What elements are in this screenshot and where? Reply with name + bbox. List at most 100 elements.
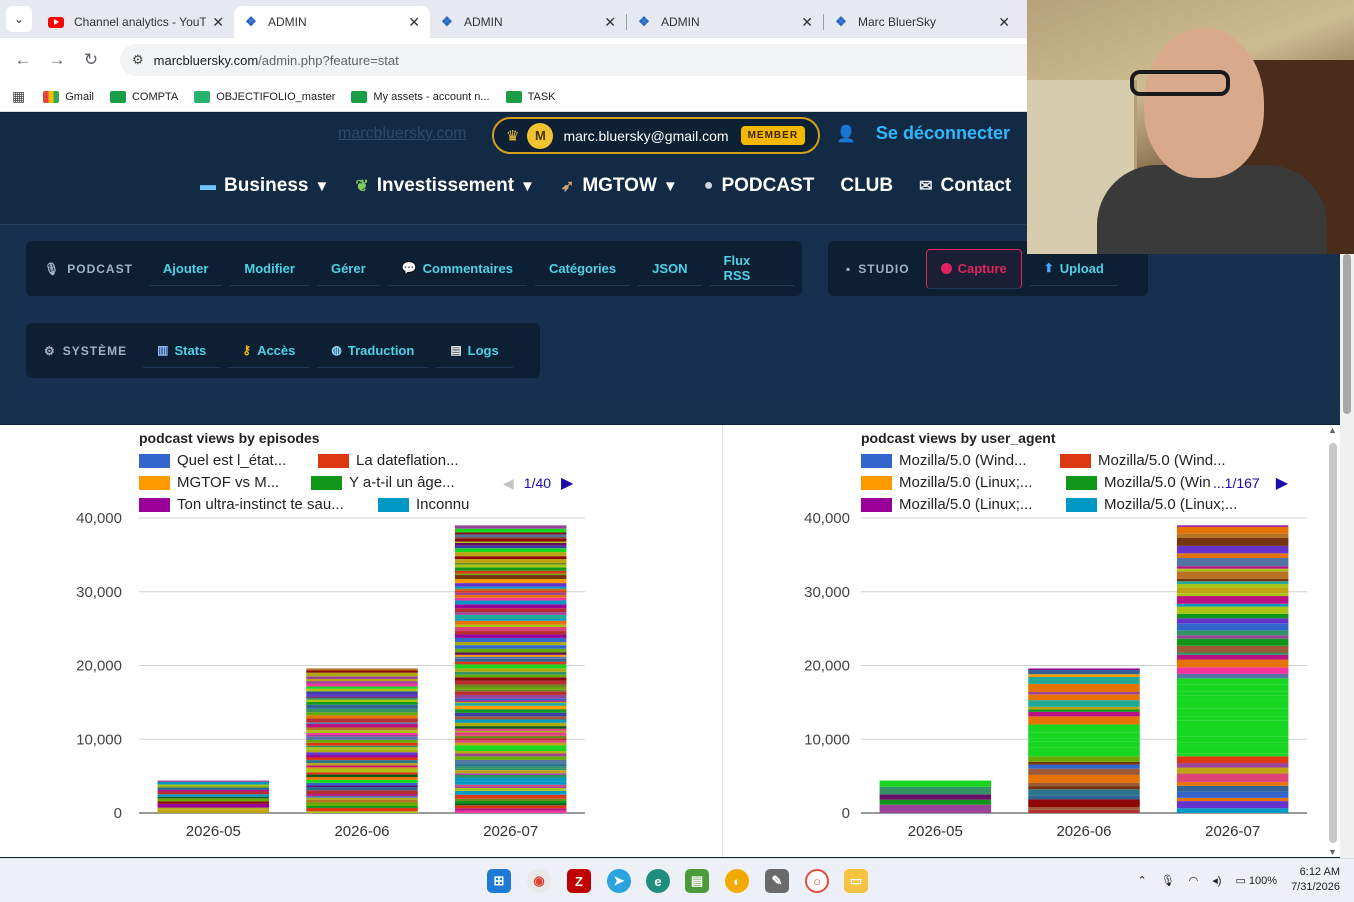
clock[interactable]: 6:12 AM 7/31/2026 [1291,865,1340,895]
podcast-link-modifier[interactable]: Modifier [230,252,309,286]
bar-segment [1176,785,1289,792]
battery-indicator[interactable]: ▭ 100% [1235,874,1277,887]
nav-investissement[interactable]: ❦ Investissement ▼ [355,175,535,197]
bookmark-item[interactable]: My assets - account n... [351,90,490,103]
close-icon[interactable]: ✕ [604,14,616,31]
podcast-link-commentaires[interactable]: 💬 Commentaires [387,252,527,286]
site-brand-link[interactable]: marcbluersky.com [338,125,467,143]
podcast-link-json[interactable]: JSON [638,252,702,286]
capture-button[interactable]: Capture [925,248,1022,289]
link-label: Stats [174,342,207,358]
wifi-icon[interactable]: ◠ [1189,874,1199,887]
link-label: Capture [957,261,1007,276]
bar-segment [454,556,567,560]
nav-mgtow[interactable]: ➶ MGTOW ▼ [561,175,678,197]
site-settings-icon[interactable]: ⚙ [132,52,144,68]
bar-segment [454,624,567,628]
nav-club[interactable]: CLUB [840,175,893,197]
logout-button[interactable]: 👤 Se déconnecter [836,123,1010,144]
bookmark-label: COMPTA [131,90,179,103]
scrollbar-thumb[interactable] [1329,443,1337,843]
podcast-toolbar-header: 🎙 PODCAST [44,262,133,276]
system-link-logs[interactable]: ▤ Logs [436,334,513,368]
nav-podcast[interactable]: ● PODCAST [704,175,815,197]
bar-segment [306,697,418,700]
podcast-link-rss[interactable]: Flux RSS [709,252,794,286]
chevron-up-icon[interactable]: ⌃ [1137,874,1146,887]
bookmark-item[interactable]: Gmail [43,90,94,103]
y-tick-label: 30,000 [76,584,122,601]
browser-tab-active[interactable]: ❖ ADMIN ✕ [234,6,430,38]
system-link-traduction[interactable]: ◍ Traduction [317,334,429,368]
bar-segment [1028,676,1140,684]
bookmark-item[interactable]: TASK [505,90,556,103]
bookmark-item[interactable]: COMPTA [109,90,179,103]
legend-item: La dateflation... [318,452,459,469]
charts-area: 0 10,000 20,000 30,000 40,000 2026-05 2026-06 2… [0,425,1340,857]
system-link-acces[interactable]: ⚷ Accès [228,334,310,368]
bar-segment [306,688,418,692]
forward-icon[interactable]: → [40,50,74,70]
bar-segment [454,794,567,799]
pager-next-icon[interactable]: ▶ [1276,473,1288,493]
bar-segment [454,664,567,669]
filezilla-icon[interactable]: Z [567,869,591,893]
legend-label: Y a-t-il un âge... [349,474,455,491]
reload-icon[interactable]: ↻ [74,50,108,70]
browser-tab[interactable]: ❖ Marc BluerSky ✕ [824,6,1020,38]
microphone-icon[interactable]: 🎙 [1161,874,1175,887]
bar-segment [157,796,270,799]
legend-item: Mozilla/5.0 (Linux;... [1066,496,1237,513]
podcast-link-ajouter[interactable]: Ajouter [148,252,223,286]
telegram-icon[interactable]: ➤ [607,869,631,893]
system-link-stats[interactable]: ▥ Stats [143,334,221,368]
page-scrollbar[interactable] [1340,224,1354,858]
bar-segment [1028,768,1140,775]
nav-contact[interactable]: ✉ Contact [919,175,1011,197]
apps-grid-icon[interactable]: ▦ [12,88,25,105]
browser-tab[interactable]: ❖ ADMIN ✕ [627,6,823,38]
bookmark-item[interactable]: OBJECTIFOLIO_master [194,90,335,103]
podcast-link-categories[interactable]: Catégories [534,252,631,286]
scroll-up-icon[interactable]: ▲ [1328,425,1337,435]
chart-scrollbar[interactable]: ▲ ▼ [1326,425,1340,857]
bar-segment [454,654,567,657]
tab-search-icon[interactable]: ⌄ [6,6,32,32]
bar-segment [306,755,418,758]
nav-business[interactable]: ▬ Business ▼ [200,175,329,197]
sheet-app-icon[interactable]: ▤ [685,869,709,893]
bar-segment [454,671,567,675]
close-icon[interactable]: ✕ [801,14,813,31]
bar-segment [454,612,567,615]
close-icon[interactable]: ✕ [998,14,1010,31]
bar-segment [454,542,567,546]
app-icon[interactable]: ◐ [725,869,749,893]
browser-tab[interactable]: ❖ ADMIN ✕ [430,6,626,38]
windows-start-icon[interactable]: ⊞ [487,869,511,893]
chart-title: podcast views by user_agent [861,430,1056,446]
podcast-link-gerer[interactable]: Gérer [316,252,380,286]
pager-prev-icon[interactable]: ◀ [503,475,514,492]
person-glasses [1130,70,1230,96]
bar-segment [306,734,418,737]
bar-segment [157,789,270,792]
bar-segment [454,645,567,649]
edge-icon[interactable]: e [646,869,670,893]
chrome-icon[interactable]: ◉ [527,869,551,893]
browser-tab[interactable]: Channel analytics - YouTub ✕ [38,6,234,38]
bar-segment [454,719,567,723]
close-icon[interactable]: ✕ [408,14,420,31]
gimp-icon[interactable]: ✎ [765,869,789,893]
scrollbar-thumb[interactable] [1343,254,1351,414]
screen-recorder-icon[interactable]: ○ [805,869,829,893]
upload-button[interactable]: ⬆ Upload [1029,252,1118,286]
volume-icon[interactable]: ◂) [1212,874,1221,887]
folder-icon[interactable]: ▭ [844,869,868,893]
scroll-down-icon[interactable]: ▼ [1328,847,1337,857]
bar-segment [306,777,418,780]
close-icon[interactable]: ✕ [212,14,224,31]
user-account-pill[interactable]: ♛ M marc.bluersky@gmail.com MEMBER [492,117,820,154]
pager-next-icon[interactable]: ▶ [561,473,573,493]
legend-item: Y a-t-il un âge... [311,474,455,491]
back-icon[interactable]: ← [6,50,40,70]
